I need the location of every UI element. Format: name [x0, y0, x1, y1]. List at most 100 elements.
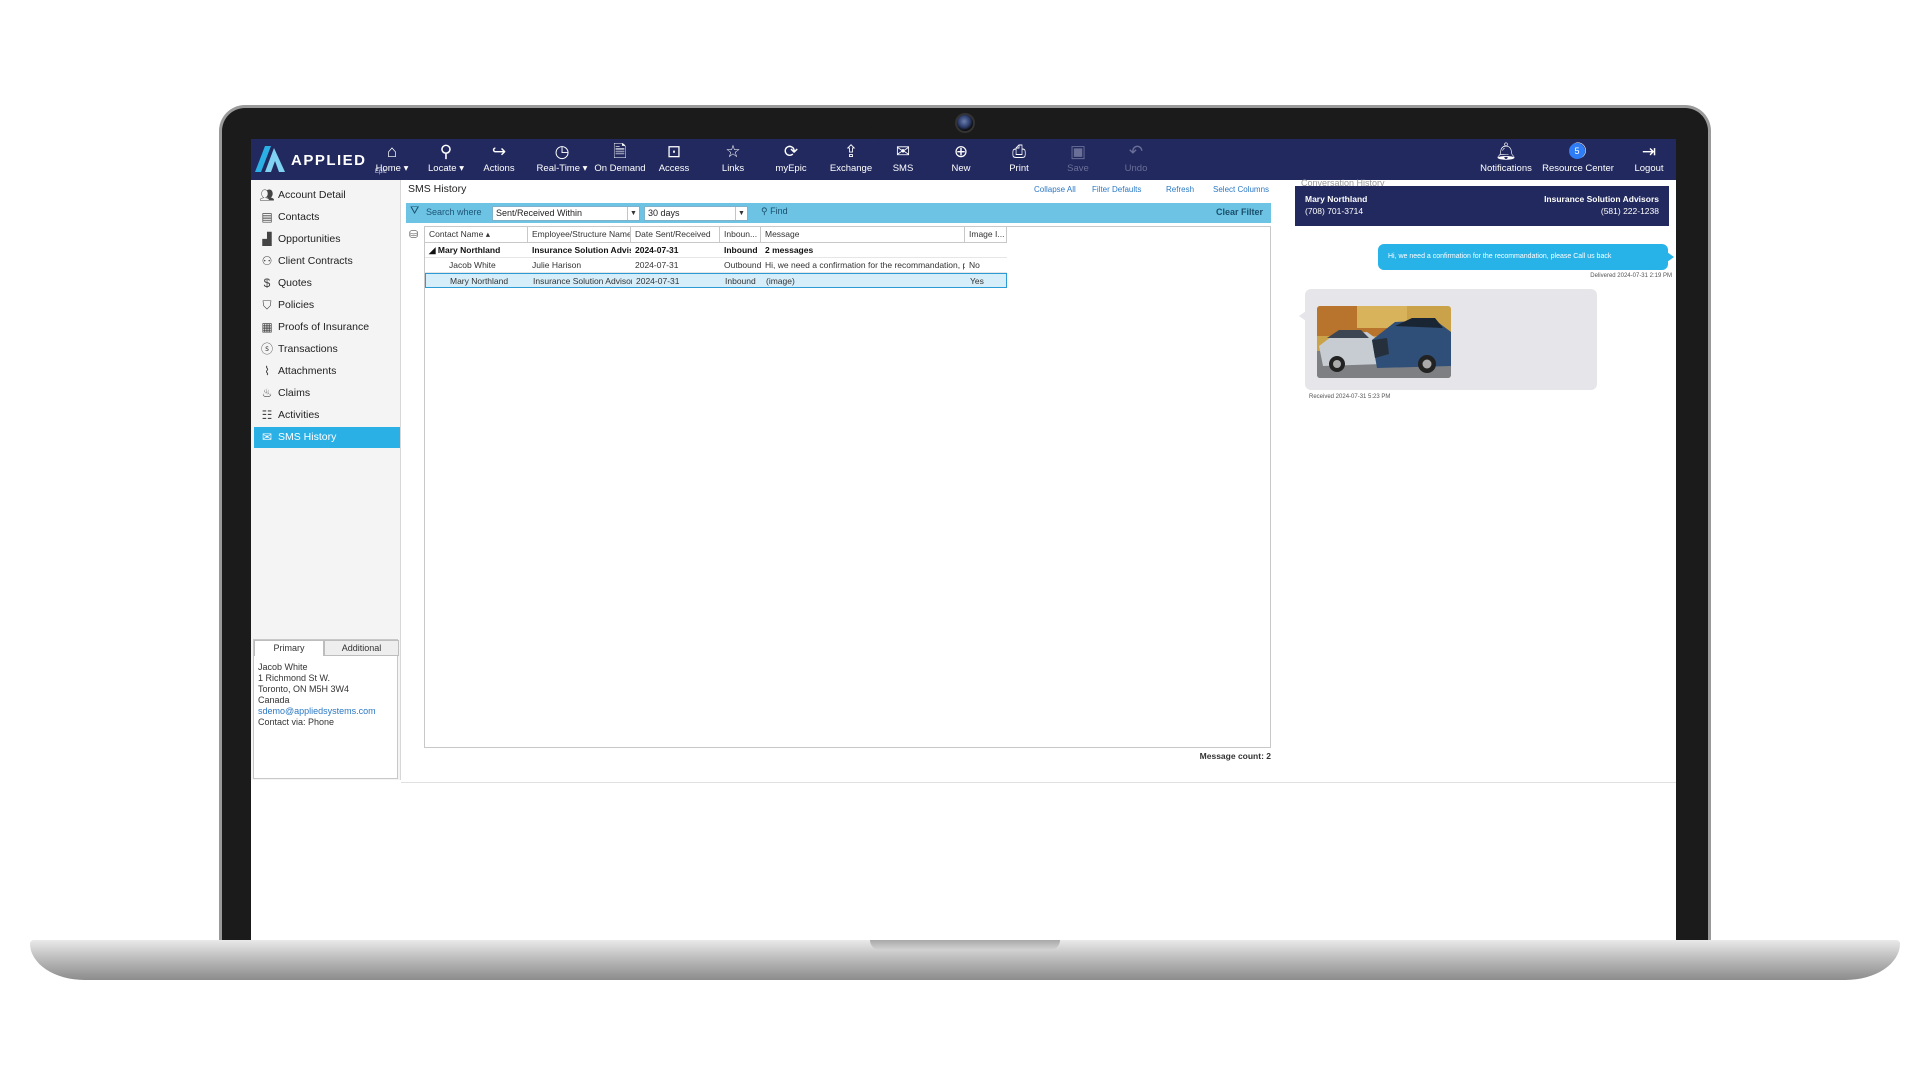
clock-icon: ◷: [554, 142, 570, 161]
toolbar-logout-button[interactable]: ⇥ Logout: [1631, 141, 1667, 179]
toolbar-actions-button[interactable]: ↪ Actions: [480, 141, 518, 179]
sidebar-item-label: Transactions: [278, 343, 338, 355]
sidebar-item-quotes[interactable]: $ Quotes: [254, 273, 400, 294]
chevron-down-icon[interactable]: ▼: [627, 207, 639, 220]
sidebar-item-contacts[interactable]: ▤ Contacts: [254, 207, 400, 228]
contact-email-link[interactable]: sdemo@appliedsystems.com: [258, 706, 376, 716]
toolbar-exchange-button[interactable]: ⇪ Exchange: [828, 141, 874, 179]
toolbar-locate-button[interactable]: ⚲ Locate ▾: [424, 141, 468, 179]
toolbar-label: Locate: [428, 163, 457, 174]
toolbar-notifications-button[interactable]: 🔔︎ Notifications: [1478, 141, 1534, 179]
sidebar-item-transactions[interactable]: ⓢ Transactions: [254, 339, 400, 360]
save-icon: ▣: [1069, 142, 1087, 161]
paperclip-icon: ⌇: [264, 364, 270, 378]
table-row-selected[interactable]: Mary Northland Insurance Solution Adviso…: [425, 273, 1007, 288]
outgoing-message-status: Delivered 2024-07-31 2:19 PM: [1590, 273, 1672, 279]
filter-field-select[interactable]: Sent/Received Within ▼: [492, 206, 640, 221]
clear-filter-button[interactable]: Clear Filter: [1216, 207, 1263, 217]
laptop-base-notch: [870, 940, 1060, 950]
column-header-employee[interactable]: Employee/Structure Name: [528, 227, 631, 243]
toolbar-myepic-button[interactable]: ⟳ myEpic: [771, 141, 811, 179]
table-cell: Outbound: [724, 260, 761, 270]
toolbar-sms-button[interactable]: ✉ SMS: [887, 141, 919, 179]
toolbar-undo-button[interactable]: ↶ Undo: [1120, 141, 1152, 179]
access-icon: ⊡: [666, 142, 682, 161]
toolbar-label: Undo: [1124, 163, 1148, 174]
column-header-image[interactable]: Image I...: [965, 227, 1007, 243]
filter-value-select[interactable]: 30 days ▼: [644, 206, 748, 221]
notification-badge: 5: [1569, 143, 1585, 159]
toolbar-home-button[interactable]: ⌂ Home ▾: [371, 141, 413, 179]
column-header-message[interactable]: Message: [761, 227, 965, 243]
table-cell: 2024-07-31: [636, 276, 680, 286]
sms-icon: ✉: [895, 142, 911, 161]
toolbar-new-button[interactable]: ⊕ New: [945, 141, 977, 179]
sidebar-item-claims[interactable]: ♨ Claims: [254, 383, 400, 404]
toolbar-save-button[interactable]: ▣ Save: [1062, 141, 1094, 179]
handshake-icon: ⚇: [261, 254, 273, 268]
sidebar-item-activities[interactable]: ☷ Activities: [254, 405, 400, 426]
tab-primary[interactable]: Primary: [254, 640, 324, 656]
sidebar-item-label: Activities: [278, 409, 320, 421]
chevron-down-icon[interactable]: ▼: [735, 207, 747, 220]
clipboard-icon: ☷: [261, 408, 273, 422]
toolbar-links-button[interactable]: ☆ Links: [715, 141, 751, 179]
conversation-header: Mary Northland (708) 701-3714 Insurance …: [1295, 186, 1669, 226]
toolbar-realtime-button[interactable]: ◷ Real-Time ▾: [534, 141, 590, 179]
sidebar-item-attachments[interactable]: ⌇ Attachments: [254, 361, 400, 382]
conversation-contact-phone: (708) 701-3714: [1305, 206, 1364, 216]
table-cell: 2024-07-31: [635, 245, 679, 255]
sidebar-item-opportunities[interactable]: ▟ Opportunities: [254, 229, 400, 250]
sidebar-item-sms-history[interactable]: ✉ SMS History: [254, 427, 400, 448]
toolbar-access-button[interactable]: ⊡ Access: [655, 141, 693, 179]
chevron-down-icon[interactable]: ▾: [459, 163, 464, 174]
table-cell: Inbound: [724, 245, 758, 255]
toolbar-label: Home: [375, 163, 401, 174]
sidebar-item-client-contracts[interactable]: ⚇ Client Contracts: [254, 251, 400, 272]
select-columns-link[interactable]: Select Columns: [1213, 185, 1269, 194]
webcam-icon: [955, 113, 975, 133]
sidebar-item-proofs-of-insurance[interactable]: ▦ Proofs of Insurance: [254, 317, 400, 338]
table-cell: Insurance Solution Advis...: [532, 245, 631, 255]
conversation-contact-name: Mary Northland: [1305, 194, 1368, 204]
toolbar-label: myEpic: [775, 163, 807, 174]
toolbar-resource-center-button[interactable]: ⓘ 5 Resource Center: [1541, 141, 1615, 179]
refresh-link[interactable]: Refresh: [1166, 185, 1194, 194]
sidebar-item-label: Attachments: [278, 365, 337, 377]
bell-icon: 🔔︎: [1495, 142, 1517, 161]
find-button[interactable]: ⚲ Find: [761, 206, 788, 217]
print-icon: ⎙: [1012, 142, 1026, 161]
contact-country: Canada: [258, 695, 290, 705]
chevron-down-icon[interactable]: ▾: [583, 163, 588, 174]
filter-defaults-link[interactable]: Filter Defaults: [1092, 185, 1141, 194]
toolbar-label: On Demand: [594, 163, 646, 174]
collapse-all-link[interactable]: Collapse All: [1034, 185, 1076, 194]
contacts-icon: ▤: [261, 210, 273, 224]
toolbar-print-button[interactable]: ⎙ Print: [1003, 141, 1035, 179]
tab-additional[interactable]: Additional: [324, 640, 399, 656]
sms-history-icon: ✉: [261, 430, 273, 444]
sms-grid: Contact Name ▴ Employee/Structure Name D…: [424, 226, 1271, 748]
column-header-inbound[interactable]: Inboun...: [720, 227, 761, 243]
table-row[interactable]: Jacob White Julie Harison 2024-07-31 Out…: [425, 258, 1007, 273]
sidebar-item-account-detail[interactable]: 👥︎ Account Detail: [254, 185, 400, 206]
table-cell: No: [969, 260, 980, 270]
toolbar-ondemand-button[interactable]: 🗎 On Demand: [592, 141, 648, 179]
top-toolbar: APPLIED Epic ⌂ Home ▾ ⚲ Locate ▾ ↪ Actio…: [251, 139, 1676, 180]
toolbar-label: Resource Center: [1542, 163, 1614, 174]
sidebar-item-policies[interactable]: ⛉ Policies: [254, 295, 400, 316]
sms-history-panel: SMS History Collapse All Filter Defaults…: [406, 180, 1271, 780]
column-header-contact-name[interactable]: Contact Name ▴: [425, 227, 528, 243]
sidebar-item-label: Quotes: [278, 277, 312, 289]
dollar-icon: $: [263, 276, 271, 290]
chevron-down-icon[interactable]: ▾: [404, 163, 409, 174]
column-header-date[interactable]: Date Sent/Received: [631, 227, 720, 243]
grid-options-icon[interactable]: ⛁: [409, 228, 418, 241]
contact-address-line2: Toronto, ON M5H 3W4: [258, 684, 350, 694]
toolbar-label: Real-Time: [536, 163, 581, 174]
fire-icon: ♨: [261, 386, 273, 400]
car-accident-image[interactable]: [1317, 306, 1451, 378]
sidebar: 👥︎ Account Detail ▤ Contacts ▟ Opportunitie…: [251, 180, 401, 780]
expand-collapse-icon[interactable]: ◢: [429, 245, 436, 255]
table-group-row[interactable]: ◢ Mary Northland Insurance Solution Advi…: [425, 243, 1007, 258]
